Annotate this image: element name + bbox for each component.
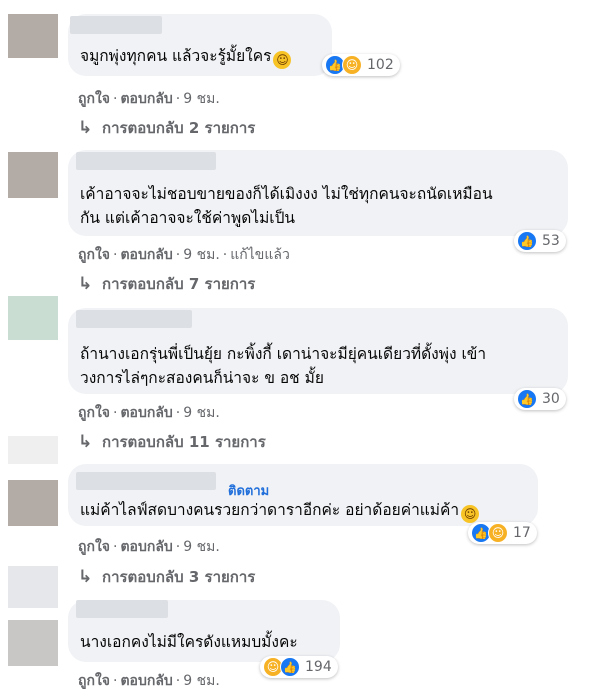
reactions-summary[interactable]: 👍 30 <box>514 388 566 410</box>
avatar[interactable] <box>8 152 58 198</box>
comment-text: แม่ค้าไลฟ์สดบางคนรวยกว่าดาราอีกค่ะ อย่าด… <box>80 498 480 523</box>
avatar[interactable] <box>8 480 58 526</box>
comment-bubble: ถ้านางเอกรุ่นพี่เป็นยุ้ย กะพิ้งกี้ เดาน่… <box>68 308 568 394</box>
reply-action[interactable]: ตอบกลับ <box>120 405 172 421</box>
reply-arrow-icon: ↳ <box>78 567 93 587</box>
like-icon: 👍 <box>280 657 300 677</box>
author-name-redacted[interactable] <box>76 310 192 328</box>
comment-actions: ถูกใจ · ตอบกลับ · 9 ชม. <box>78 91 220 107</box>
view-replies-link[interactable]: ↳ การตอบกลับ 11 รายการ <box>78 430 266 454</box>
like-action[interactable]: ถูกใจ <box>78 405 110 421</box>
timestamp[interactable]: 9 ชม. <box>183 539 220 555</box>
like-icon: 👍 <box>517 231 537 251</box>
comment-actions: ถูกใจ · ตอบกลับ · 9 ชม. <box>78 673 220 689</box>
comment-text: นางเอกคงไม่มีใครดังแหมบมั้งคะ <box>80 633 298 651</box>
reply-action[interactable]: ตอบกลับ <box>120 247 172 263</box>
reactions-summary[interactable]: 👍 53 <box>514 230 566 252</box>
author-name-redacted[interactable] <box>76 472 216 490</box>
avatar[interactable] <box>8 620 58 666</box>
author-name-redacted[interactable] <box>70 16 162 34</box>
reply-arrow-icon: ↳ <box>78 274 93 294</box>
comment-text-line: วงการไล่ๆกะสองคนก็น่าจะ ข อช มั้ย <box>80 369 324 387</box>
reply-arrow-icon: ↳ <box>78 118 93 138</box>
comment-text-line: กัน แต่เค้าอาจจะใช้ค่าพูดไม่เป็น <box>80 209 296 227</box>
reply-action[interactable]: ตอบกลับ <box>120 673 172 689</box>
comment-bubble: นางเอกคงไม่มีใครดังแหมบมั้งคะ <box>68 600 340 662</box>
avatar[interactable] <box>8 436 58 464</box>
reply-action[interactable]: ตอบกลับ <box>120 539 172 555</box>
comment-bubble: เค้าอาจจะไม่ชอบขายของก็ได้เมิงงง ไม่ใช่ท… <box>68 150 568 236</box>
reactions-summary[interactable]: ☺ 👍 194 <box>260 656 338 678</box>
like-action[interactable]: ถูกใจ <box>78 247 110 263</box>
comment-text-line: ถ้านางเอกรุ่นพี่เป็นยุ้ย กะพิ้งกี้ เดาน่… <box>80 345 487 363</box>
avatar[interactable] <box>8 296 58 340</box>
reactions-summary[interactable]: 👍 ☺ 17 <box>468 522 537 544</box>
edited-label[interactable]: แก้ไขแล้ว <box>230 247 290 263</box>
view-replies-link[interactable]: ↳ การตอบกลับ 7 รายการ <box>78 272 255 296</box>
timestamp[interactable]: 9 ชม. <box>183 673 220 689</box>
comment-text-line: เค้าอาจจะไม่ชอบขายของก็ได้เมิงงง ไม่ใช่ท… <box>80 185 493 203</box>
view-replies-link[interactable]: ↳ การตอบกลับ 3 รายการ <box>78 565 255 589</box>
like-action[interactable]: ถูกใจ <box>78 91 110 107</box>
haha-icon: ☺ <box>342 55 362 75</box>
reply-action[interactable]: ตอบกลับ <box>120 91 172 107</box>
grin-sweat-emoji: ☺ <box>461 505 480 523</box>
reactions-summary[interactable]: 👍 ☺ 102 <box>322 54 400 76</box>
grin-sweat-emoji: ☺ <box>273 51 292 69</box>
timestamp[interactable]: 9 ชม. <box>183 405 220 421</box>
comment-bubble: ติดตาม แม่ค้าไลฟ์สดบางคนรวยกว่าดาราอีกค่… <box>68 464 538 526</box>
avatar[interactable] <box>8 566 58 608</box>
timestamp[interactable]: 9 ชม. <box>183 91 220 107</box>
like-action[interactable]: ถูกใจ <box>78 673 110 689</box>
like-action[interactable]: ถูกใจ <box>78 539 110 555</box>
view-replies-link[interactable]: ↳ การตอบกลับ 2 รายการ <box>78 116 255 140</box>
comment-actions: ถูกใจ · ตอบกลับ · 9 ชม. <box>78 539 220 555</box>
author-name-redacted[interactable] <box>76 152 216 170</box>
comment-bubble: จมูกพุ่งทุกคน แล้วจะรู้มั้ยใคร ☺ <box>68 14 332 76</box>
reply-arrow-icon: ↳ <box>78 432 93 452</box>
haha-icon: ☺ <box>488 523 508 543</box>
like-icon: 👍 <box>517 389 537 409</box>
author-name-redacted[interactable] <box>76 600 168 618</box>
comment-actions: ถูกใจ · ตอบกลับ · 9 ชม. · แก้ไขแล้ว <box>78 247 290 263</box>
avatar[interactable] <box>8 14 58 58</box>
comment-text: จมูกพุ่งทุกคน แล้วจะรู้มั้ยใคร ☺ <box>80 44 292 69</box>
comment-actions: ถูกใจ · ตอบกลับ · 9 ชม. <box>78 405 220 421</box>
timestamp[interactable]: 9 ชม. <box>183 247 220 263</box>
